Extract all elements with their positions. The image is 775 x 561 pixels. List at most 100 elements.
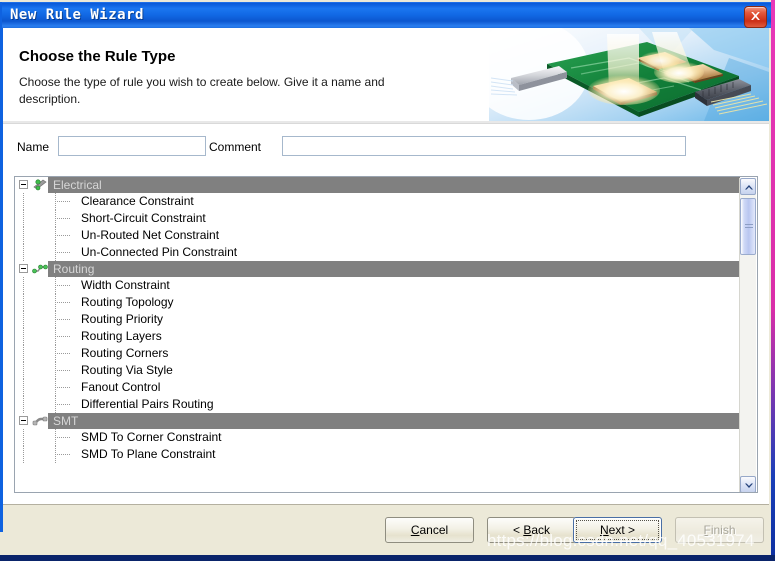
tree-connector-line (55, 336, 71, 337)
close-button[interactable] (744, 6, 767, 28)
tree-item-label: Routing Corners (81, 346, 169, 360)
tree-item[interactable]: Differential Pairs Routing (15, 396, 740, 413)
tree-group-bar[interactable]: Routing (48, 261, 740, 277)
back-prefix: < (512, 523, 524, 537)
wizard-body: Name Comment Electrical Clearance Constra… (3, 124, 769, 504)
finish-accel: F (703, 523, 711, 537)
tree-item-label: Differential Pairs Routing (81, 397, 214, 411)
tree-connector-line (55, 201, 71, 202)
finish-suffix: inish (710, 523, 736, 537)
tree-guide-line (23, 446, 24, 463)
rule-type-tree[interactable]: Electrical Clearance Constraint Short-Circ… (15, 177, 740, 492)
expander-toggle-icon[interactable] (19, 264, 28, 273)
tree-guide-line (23, 311, 24, 328)
cancel-suffix: ancel (419, 523, 449, 537)
tree-connector-line (55, 218, 71, 219)
tree-guide-line (23, 362, 24, 379)
routing-icon (32, 262, 48, 276)
chevron-up-icon (745, 185, 753, 190)
tree-guide-line (23, 396, 24, 413)
electrical-icon (33, 179, 47, 191)
tree-item[interactable]: Clearance Constraint (15, 193, 740, 210)
electrical-icon (32, 178, 48, 192)
expander-toggle-icon[interactable] (19, 180, 28, 189)
tree-item-label: Fanout Control (81, 380, 161, 394)
tree-group-label: Electrical (53, 178, 102, 192)
smt-icon (32, 414, 48, 428)
tree-connector-line (55, 285, 71, 286)
scrollbar-up-button[interactable] (740, 178, 756, 195)
tree-item[interactable]: SMD To Plane Constraint (15, 446, 740, 463)
tree-item[interactable]: Routing Layers (15, 328, 740, 345)
tree-item[interactable]: Fanout Control (15, 379, 740, 396)
tree-item-label: Un-Routed Net Constraint (81, 228, 220, 242)
tree-guide-line (23, 227, 24, 244)
name-comment-row: Name Comment (3, 124, 769, 172)
tree-item[interactable]: Width Constraint (15, 277, 740, 294)
tree-guide-line (23, 345, 24, 362)
tree-item[interactable]: Routing Via Style (15, 362, 740, 379)
tree-guide-line (23, 210, 24, 227)
scrollbar-grip (745, 224, 753, 230)
next-suffix: ext > (608, 523, 636, 537)
tree-item-label: Routing Priority (81, 312, 164, 326)
tree-item[interactable]: Routing Topology (15, 294, 740, 311)
name-input[interactable] (58, 136, 206, 156)
tree-group-bar[interactable]: SMT (48, 413, 740, 429)
tree-group-smt[interactable]: SMT (15, 413, 740, 429)
tree-guide-line (23, 294, 24, 311)
scrollbar-down-button[interactable] (740, 476, 756, 492)
page-description: Choose the type of rule you wish to crea… (19, 75, 385, 106)
tree-guide-line (23, 328, 24, 345)
tree-item-label: Routing Topology (81, 295, 174, 309)
expander-toggle-icon[interactable] (19, 416, 28, 425)
tree-item[interactable]: Un-Connected Pin Constraint (15, 244, 740, 261)
routing-icon (32, 264, 48, 274)
tree-group-label: Routing (53, 262, 95, 276)
tree-group-label: SMT (53, 414, 79, 428)
back-suffix: ack (531, 523, 551, 537)
tree-item-label: Clearance Constraint (81, 194, 194, 208)
tree-item[interactable]: SMD To Corner Constraint (15, 429, 740, 446)
tree-group-electrical[interactable]: Electrical (15, 177, 740, 193)
close-icon (751, 12, 760, 20)
tree-item-label: Routing Layers (81, 329, 162, 343)
new-rule-wizard-dialog: New Rule Wizard Choose the Rule Type Cho… (0, 0, 775, 561)
smt-icon (32, 416, 48, 426)
tree-guide-line (23, 277, 24, 294)
tree-connector-line (55, 370, 71, 371)
next-button[interactable]: Next > (573, 517, 662, 543)
tree-item[interactable]: Un-Routed Net Constraint (15, 227, 740, 244)
window-right-edge (771, 0, 775, 561)
tree-item-label: Short-Circuit Constraint (81, 211, 206, 225)
tree-connector-line (55, 454, 71, 455)
tree-item[interactable]: Routing Priority (15, 311, 740, 328)
tree-connector-line (55, 235, 71, 236)
tree-item-label: Width Constraint (81, 278, 170, 292)
tree-item[interactable]: Routing Corners (15, 345, 740, 362)
scrollbar-thumb[interactable] (740, 198, 756, 255)
tree-guide-line (23, 379, 24, 396)
page-title: Choose the Rule Type (19, 48, 176, 65)
tree-group-bar[interactable]: Electrical (48, 177, 740, 193)
title-bar[interactable]: New Rule Wizard (2, 2, 771, 28)
back-button[interactable]: < Back (487, 517, 576, 543)
tree-guide-line (23, 193, 24, 210)
comment-input[interactable] (282, 136, 686, 156)
chevron-down-icon (745, 483, 753, 488)
dialog-footer: Cancel < Back Next > Finish (3, 504, 769, 556)
name-label: Name (17, 140, 50, 154)
tree-item[interactable]: Short-Circuit Constraint (15, 210, 740, 227)
tree-item-label: SMD To Corner Constraint (81, 430, 222, 444)
finish-button: Finish (675, 517, 764, 543)
tree-item-label: SMD To Plane Constraint (81, 447, 216, 461)
pcb-illustration (489, 28, 769, 121)
cancel-button[interactable]: Cancel (385, 517, 474, 543)
tree-group-routing[interactable]: Routing (15, 261, 740, 277)
tree-connector-line (55, 252, 71, 253)
comment-label: Comment (209, 140, 262, 154)
tree-scrollbar[interactable] (739, 178, 756, 492)
tree-item-label: Routing Via Style (81, 363, 173, 377)
tree-item-label: Un-Connected Pin Constraint (81, 245, 238, 259)
rule-type-tree-panel: Electrical Clearance Constraint Short-Circ… (14, 176, 758, 493)
